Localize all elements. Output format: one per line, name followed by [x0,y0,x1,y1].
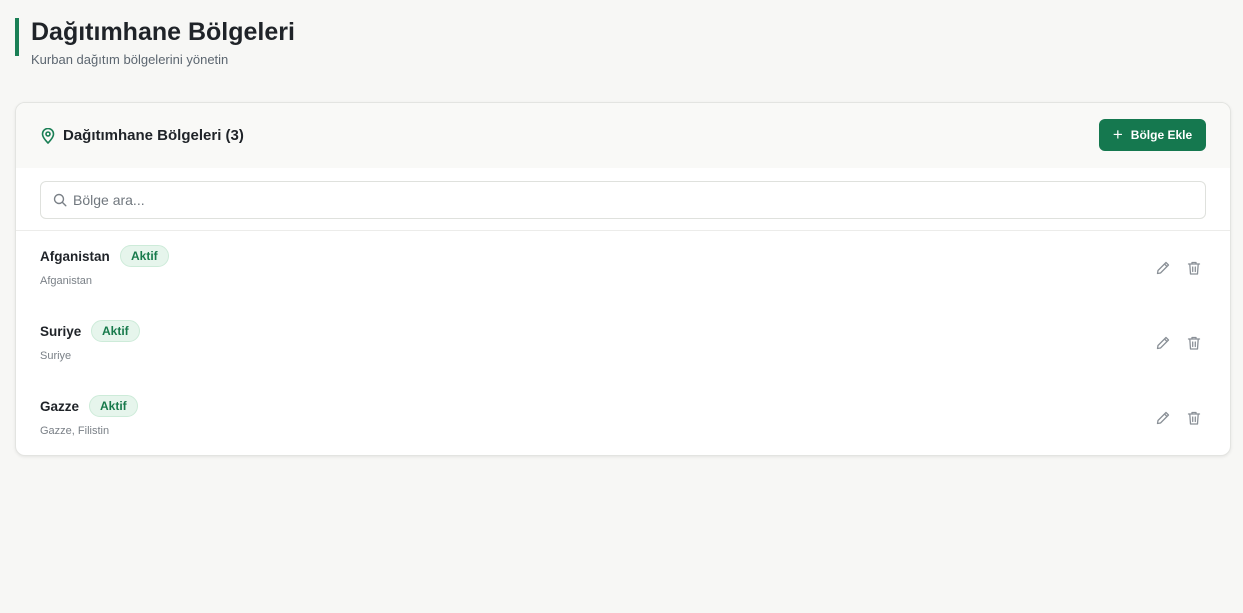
region-description: Gazze, Filistin [40,425,110,437]
regions-card: Dağıtımhane Bölgeleri (3) + Bölge Ekle A… [15,102,1231,456]
add-region-button-label: Bölge Ekle [1130,128,1193,142]
region-description: Afganistan [40,275,92,287]
plus-icon: + [1112,124,1123,144]
add-region-button[interactable]: + Bölge Ekle [1099,119,1206,151]
region-name: Afganistan [40,249,110,264]
edit-icon[interactable] [1154,259,1172,277]
region-name: Gazze [40,399,80,414]
region-description: Suriye [40,350,72,362]
region-name: Suriye [40,324,82,339]
status-badge: Aktif [89,395,138,417]
edit-icon[interactable] [1154,409,1172,427]
trash-icon[interactable] [1185,409,1203,427]
page-header: Dağıtımhane Bölgeleri [15,18,295,56]
status-badge: Aktif [91,320,140,342]
trash-icon[interactable] [1185,259,1203,277]
search-input[interactable] [73,182,1193,218]
card-title: Dağıtımhane Bölgeleri (3) [63,127,244,144]
status-badge: Aktif [120,245,169,267]
page-subtitle: Kurban dağıtım bölgelerini yönetin [31,52,229,67]
search-bar [16,168,1230,231]
list-item: Suriye Aktif Suriye [16,306,1230,381]
map-pin-icon [40,128,56,144]
edit-icon[interactable] [1154,334,1172,352]
search-icon [53,193,67,207]
list-item: Gazze Aktif Gazze, Filistin [16,381,1230,455]
card-header: Dağıtımhane Bölgeleri (3) + Bölge Ekle [16,103,1230,168]
search-box [40,181,1206,219]
list-item: Afganistan Aktif Afganistan [16,231,1230,306]
page-title: Dağıtımhane Bölgeleri [31,18,295,46]
trash-icon[interactable] [1185,334,1203,352]
